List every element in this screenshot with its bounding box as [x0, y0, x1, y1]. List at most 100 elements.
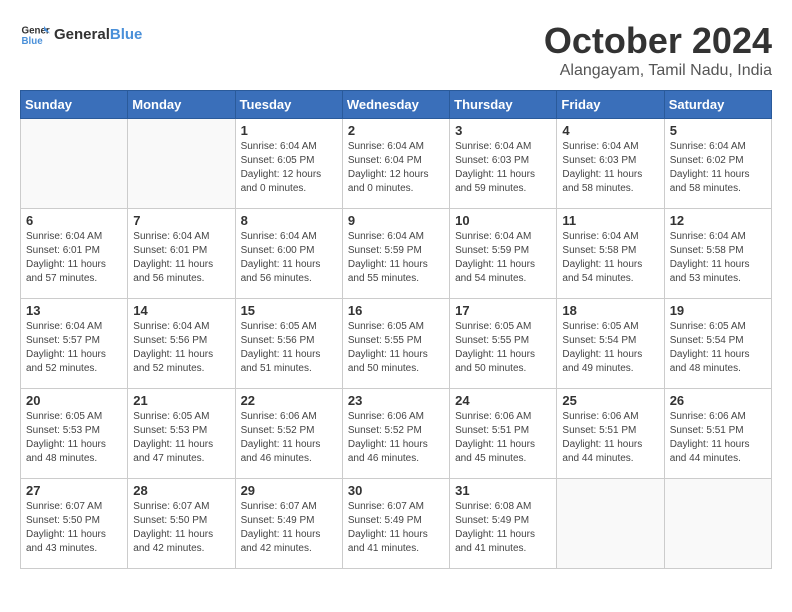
- day-info: Sunrise: 6:07 AM Sunset: 5:50 PM Dayligh…: [26, 500, 122, 556]
- day-info: Sunrise: 6:04 AM Sunset: 5:57 PM Dayligh…: [26, 320, 122, 376]
- day-number: 22: [241, 393, 337, 408]
- day-number: 2: [348, 123, 444, 138]
- month-title: October 2024: [544, 20, 772, 62]
- day-number: 12: [670, 213, 766, 228]
- day-info: Sunrise: 6:06 AM Sunset: 5:51 PM Dayligh…: [455, 410, 551, 466]
- calendar-cell: [557, 479, 664, 569]
- day-number: 30: [348, 483, 444, 498]
- day-info: Sunrise: 6:04 AM Sunset: 6:03 PM Dayligh…: [562, 140, 658, 196]
- svg-text:Blue: Blue: [22, 36, 44, 47]
- day-number: 17: [455, 303, 551, 318]
- calendar-cell: 19 Sunrise: 6:05 AM Sunset: 5:54 PM Dayli…: [664, 299, 771, 389]
- day-number: 27: [26, 483, 122, 498]
- week-row-4: 20 Sunrise: 6:05 AM Sunset: 5:53 PM Dayli…: [21, 389, 772, 479]
- day-info: Sunrise: 6:08 AM Sunset: 5:49 PM Dayligh…: [455, 500, 551, 556]
- calendar-cell: 12 Sunrise: 6:04 AM Sunset: 5:58 PM Dayli…: [664, 209, 771, 299]
- calendar-cell: [21, 119, 128, 209]
- week-row-1: 1Sunrise: 6:04 AM Sunset: 6:05 PM Daylig…: [21, 119, 772, 209]
- calendar-cell: 2 Sunrise: 6:04 AM Sunset: 6:04 PM Daylig…: [342, 119, 449, 209]
- day-number: 16: [348, 303, 444, 318]
- day-number: 18: [562, 303, 658, 318]
- day-number: 1: [241, 123, 337, 138]
- calendar-cell: 23Sunrise: 6:06 AM Sunset: 5:52 PM Dayli…: [342, 389, 449, 479]
- calendar-cell: 25 Sunrise: 6:06 AM Sunset: 5:51 PM Dayli…: [557, 389, 664, 479]
- day-number: 24: [455, 393, 551, 408]
- calendar-cell: 7 Sunrise: 6:04 AM Sunset: 6:01 PM Daylig…: [128, 209, 235, 299]
- day-info: Sunrise: 6:05 AM Sunset: 5:55 PM Dayligh…: [348, 320, 444, 376]
- calendar-cell: 20 Sunrise: 6:05 AM Sunset: 5:53 PM Dayli…: [21, 389, 128, 479]
- day-number: 21: [133, 393, 229, 408]
- day-number: 9: [348, 213, 444, 228]
- day-number: 31: [455, 483, 551, 498]
- logo-blue: Blue: [110, 26, 143, 43]
- day-info: Sunrise: 6:07 AM Sunset: 5:49 PM Dayligh…: [348, 500, 444, 556]
- header-cell-sunday: Sunday: [21, 91, 128, 119]
- calendar-cell: 8 Sunrise: 6:04 AM Sunset: 6:00 PM Daylig…: [235, 209, 342, 299]
- calendar-cell: 11 Sunrise: 6:04 AM Sunset: 5:58 PM Dayli…: [557, 209, 664, 299]
- location-subtitle: Alangayam, Tamil Nadu, India: [544, 62, 772, 80]
- day-info: Sunrise: 6:07 AM Sunset: 5:50 PM Dayligh…: [133, 500, 229, 556]
- day-info: Sunrise: 6:04 AM Sunset: 5:58 PM Dayligh…: [562, 230, 658, 286]
- day-number: 8: [241, 213, 337, 228]
- day-number: 29: [241, 483, 337, 498]
- calendar-cell: 14Sunrise: 6:04 AM Sunset: 5:56 PM Dayli…: [128, 299, 235, 389]
- logo-icon: General Blue: [20, 20, 50, 50]
- week-row-5: 27 Sunrise: 6:07 AM Sunset: 5:50 PM Dayli…: [21, 479, 772, 569]
- calendar-cell: 13 Sunrise: 6:04 AM Sunset: 5:57 PM Dayli…: [21, 299, 128, 389]
- day-number: 11: [562, 213, 658, 228]
- day-info: Sunrise: 6:04 AM Sunset: 6:00 PM Dayligh…: [241, 230, 337, 286]
- day-number: 25: [562, 393, 658, 408]
- day-number: 28: [133, 483, 229, 498]
- header-cell-friday: Friday: [557, 91, 664, 119]
- calendar-cell: 1Sunrise: 6:04 AM Sunset: 6:05 PM Daylig…: [235, 119, 342, 209]
- day-info: Sunrise: 6:05 AM Sunset: 5:54 PM Dayligh…: [670, 320, 766, 376]
- day-number: 13: [26, 303, 122, 318]
- day-info: Sunrise: 6:06 AM Sunset: 5:52 PM Dayligh…: [241, 410, 337, 466]
- day-number: 6: [26, 213, 122, 228]
- day-number: 14: [133, 303, 229, 318]
- day-number: 4: [562, 123, 658, 138]
- day-info: Sunrise: 6:07 AM Sunset: 5:49 PM Dayligh…: [241, 500, 337, 556]
- day-info: Sunrise: 6:04 AM Sunset: 5:59 PM Dayligh…: [455, 230, 551, 286]
- title-section: October 2024 Alangayam, Tamil Nadu, Indi…: [544, 20, 772, 80]
- calendar-cell: 29 Sunrise: 6:07 AM Sunset: 5:49 PM Dayli…: [235, 479, 342, 569]
- calendar-cell: 4 Sunrise: 6:04 AM Sunset: 6:03 PM Daylig…: [557, 119, 664, 209]
- calendar-cell: 27 Sunrise: 6:07 AM Sunset: 5:50 PM Dayli…: [21, 479, 128, 569]
- header-cell-monday: Monday: [128, 91, 235, 119]
- calendar-cell: 30 Sunrise: 6:07 AM Sunset: 5:49 PM Dayli…: [342, 479, 449, 569]
- logo: General Blue GeneralBlue: [20, 20, 142, 50]
- day-info: Sunrise: 6:04 AM Sunset: 6:01 PM Dayligh…: [26, 230, 122, 286]
- day-info: Sunrise: 6:04 AM Sunset: 5:59 PM Dayligh…: [348, 230, 444, 286]
- day-number: 15: [241, 303, 337, 318]
- day-info: Sunrise: 6:04 AM Sunset: 6:02 PM Dayligh…: [670, 140, 766, 196]
- day-info: Sunrise: 6:05 AM Sunset: 5:53 PM Dayligh…: [133, 410, 229, 466]
- day-info: Sunrise: 6:04 AM Sunset: 6:04 PM Dayligh…: [348, 140, 444, 196]
- day-info: Sunrise: 6:06 AM Sunset: 5:51 PM Dayligh…: [562, 410, 658, 466]
- calendar-cell: 18Sunrise: 6:05 AM Sunset: 5:54 PM Dayli…: [557, 299, 664, 389]
- calendar-cell: 26Sunrise: 6:06 AM Sunset: 5:51 PM Dayli…: [664, 389, 771, 479]
- day-info: Sunrise: 6:05 AM Sunset: 5:56 PM Dayligh…: [241, 320, 337, 376]
- calendar-cell: 21 Sunrise: 6:05 AM Sunset: 5:53 PM Dayli…: [128, 389, 235, 479]
- calendar-cell: 3Sunrise: 6:04 AM Sunset: 6:03 PM Daylig…: [450, 119, 557, 209]
- day-number: 10: [455, 213, 551, 228]
- day-number: 26: [670, 393, 766, 408]
- day-info: Sunrise: 6:04 AM Sunset: 6:03 PM Dayligh…: [455, 140, 551, 196]
- day-number: 19: [670, 303, 766, 318]
- day-info: Sunrise: 6:05 AM Sunset: 5:53 PM Dayligh…: [26, 410, 122, 466]
- day-number: 23: [348, 393, 444, 408]
- calendar-cell: 5Sunrise: 6:04 AM Sunset: 6:02 PM Daylig…: [664, 119, 771, 209]
- week-row-3: 13 Sunrise: 6:04 AM Sunset: 5:57 PM Dayli…: [21, 299, 772, 389]
- calendar-cell: 17Sunrise: 6:05 AM Sunset: 5:55 PM Dayli…: [450, 299, 557, 389]
- logo-general: General: [54, 26, 110, 43]
- day-info: Sunrise: 6:04 AM Sunset: 6:01 PM Dayligh…: [133, 230, 229, 286]
- day-number: 20: [26, 393, 122, 408]
- calendar-cell: 31 Sunrise: 6:08 AM Sunset: 5:49 PM Dayli…: [450, 479, 557, 569]
- calendar-cell: 22 Sunrise: 6:06 AM Sunset: 5:52 PM Dayli…: [235, 389, 342, 479]
- calendar-cell: 28 Sunrise: 6:07 AM Sunset: 5:50 PM Dayli…: [128, 479, 235, 569]
- header-cell-wednesday: Wednesday: [342, 91, 449, 119]
- calendar-cell: 24 Sunrise: 6:06 AM Sunset: 5:51 PM Dayli…: [450, 389, 557, 479]
- header-cell-thursday: Thursday: [450, 91, 557, 119]
- header: General Blue GeneralBlue October 2024 Al…: [20, 20, 772, 80]
- day-info: Sunrise: 6:04 AM Sunset: 5:58 PM Dayligh…: [670, 230, 766, 286]
- day-number: 7: [133, 213, 229, 228]
